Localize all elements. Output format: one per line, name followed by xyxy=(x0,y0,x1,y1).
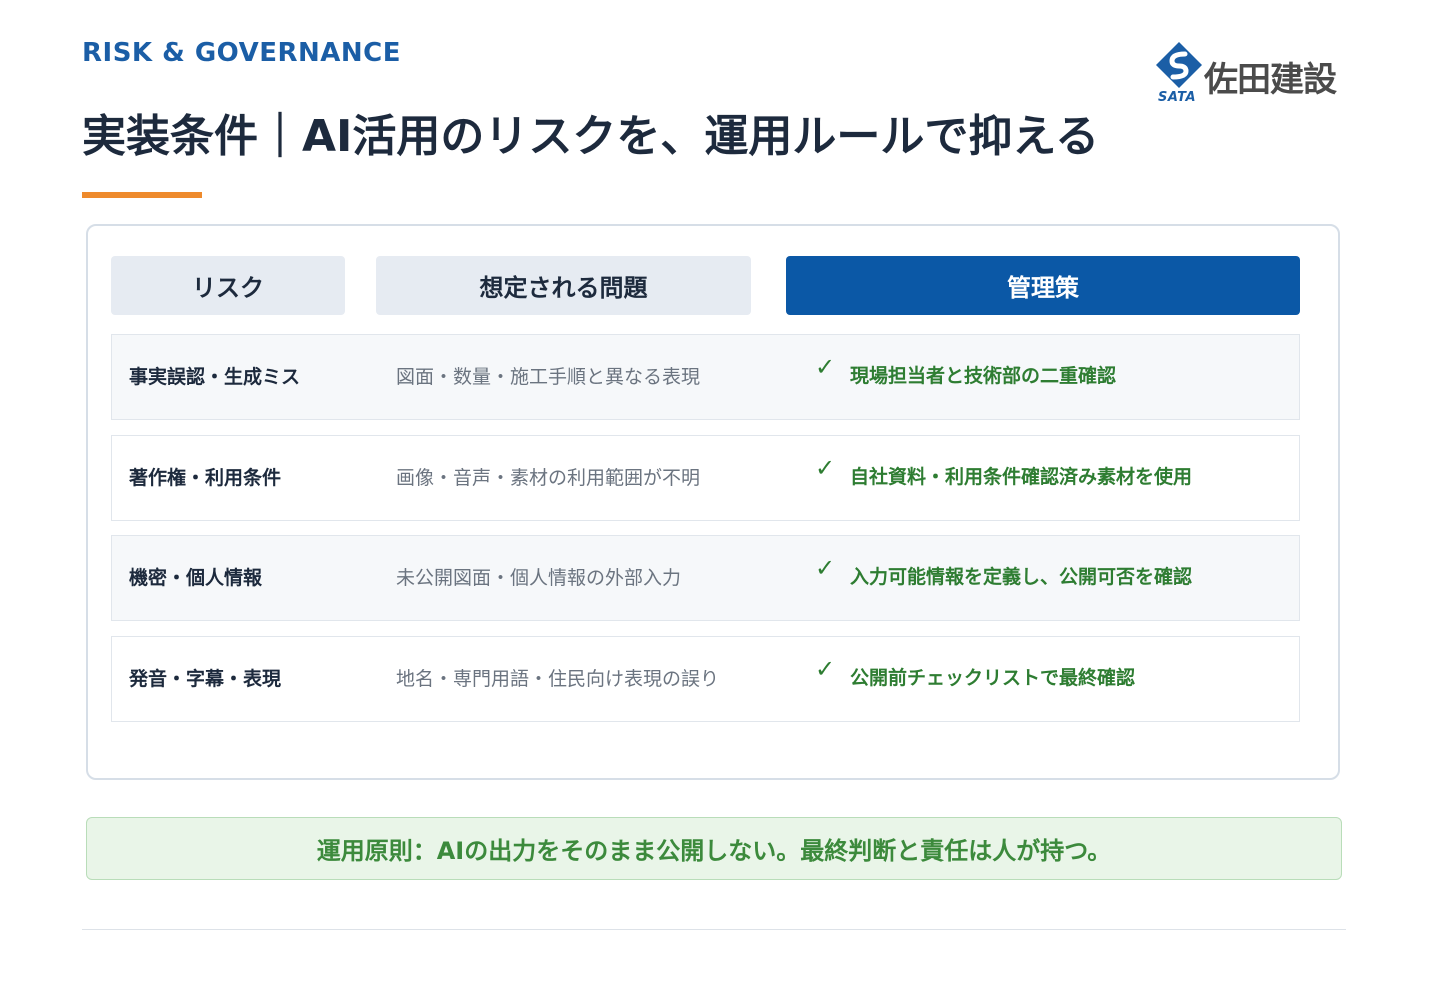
check-icon: ✓ xyxy=(815,655,836,683)
risk-label: 著作権・利用条件 xyxy=(129,467,282,489)
measure-text: 自社資料・利用条件確認済み素材を使用 xyxy=(850,466,1193,488)
table-row: 機密・個人情報 未公開図面・個人情報の外部入力 ✓ 入力可能情報を定義し、公開可… xyxy=(111,535,1300,621)
risk-label: 事実誤認・生成ミス xyxy=(129,366,301,388)
section-eyebrow: RISK & GOVERNANCE xyxy=(82,38,401,68)
header-measure: 管理策 xyxy=(786,256,1300,315)
measure-text: 現場担当者と技術部の二重確認 xyxy=(850,365,1117,387)
risk-label: 発音・字幕・表現 xyxy=(129,668,282,690)
slide: RISK & GOVERNANCE 実装条件｜AI活用のリスクを、運用ルールで抑… xyxy=(0,0,1430,990)
logo-sub: SATA xyxy=(1158,90,1197,105)
risk-label: 機密・個人情報 xyxy=(129,567,263,589)
header-problem: 想定される問題 xyxy=(376,256,751,315)
risk-table-card: リスク 想定される問題 管理策 事実誤認・生成ミス 図面・数量・施工手順と異なる… xyxy=(86,224,1340,780)
problem-text: 未公開図面・個人情報の外部入力 xyxy=(396,567,682,589)
check-icon: ✓ xyxy=(815,554,836,582)
sata-diamond-icon xyxy=(1156,42,1202,88)
table-row: 発音・字幕・表現 地名・専門用語・住民向け表現の誤り ✓ 公開前チェックリストで… xyxy=(111,636,1300,722)
logo-wordmark: 佐田建設 xyxy=(1204,60,1337,100)
operating-principle-banner: 運用原則：AIの出力をそのまま公開しない。最終判断と責任は人が持つ。 xyxy=(86,817,1342,880)
title-accent-bar xyxy=(82,192,202,198)
table-row: 事実誤認・生成ミス 図面・数量・施工手順と異なる表現 ✓ 現場担当者と技術部の二… xyxy=(111,334,1300,420)
problem-text: 地名・専門用語・住民向け表現の誤り xyxy=(396,668,720,690)
problem-text: 図面・数量・施工手順と異なる表現 xyxy=(396,366,701,388)
company-logo: 佐田建設 SATA xyxy=(1154,40,1350,108)
measure-text: 公開前チェックリストで最終確認 xyxy=(850,667,1136,689)
measure-text: 入力可能情報を定義し、公開可否を確認 xyxy=(850,566,1193,588)
table-row: 著作権・利用条件 画像・音声・素材の利用範囲が不明 ✓ 自社資料・利用条件確認済… xyxy=(111,435,1300,521)
check-icon: ✓ xyxy=(815,353,836,381)
header-risk: リスク xyxy=(111,256,345,315)
problem-text: 画像・音声・素材の利用範囲が不明 xyxy=(396,467,701,489)
page-title: 実装条件｜AI活用のリスクを、運用ルールで抑える xyxy=(82,111,1100,162)
check-icon: ✓ xyxy=(815,454,836,482)
footer-divider xyxy=(82,929,1346,930)
